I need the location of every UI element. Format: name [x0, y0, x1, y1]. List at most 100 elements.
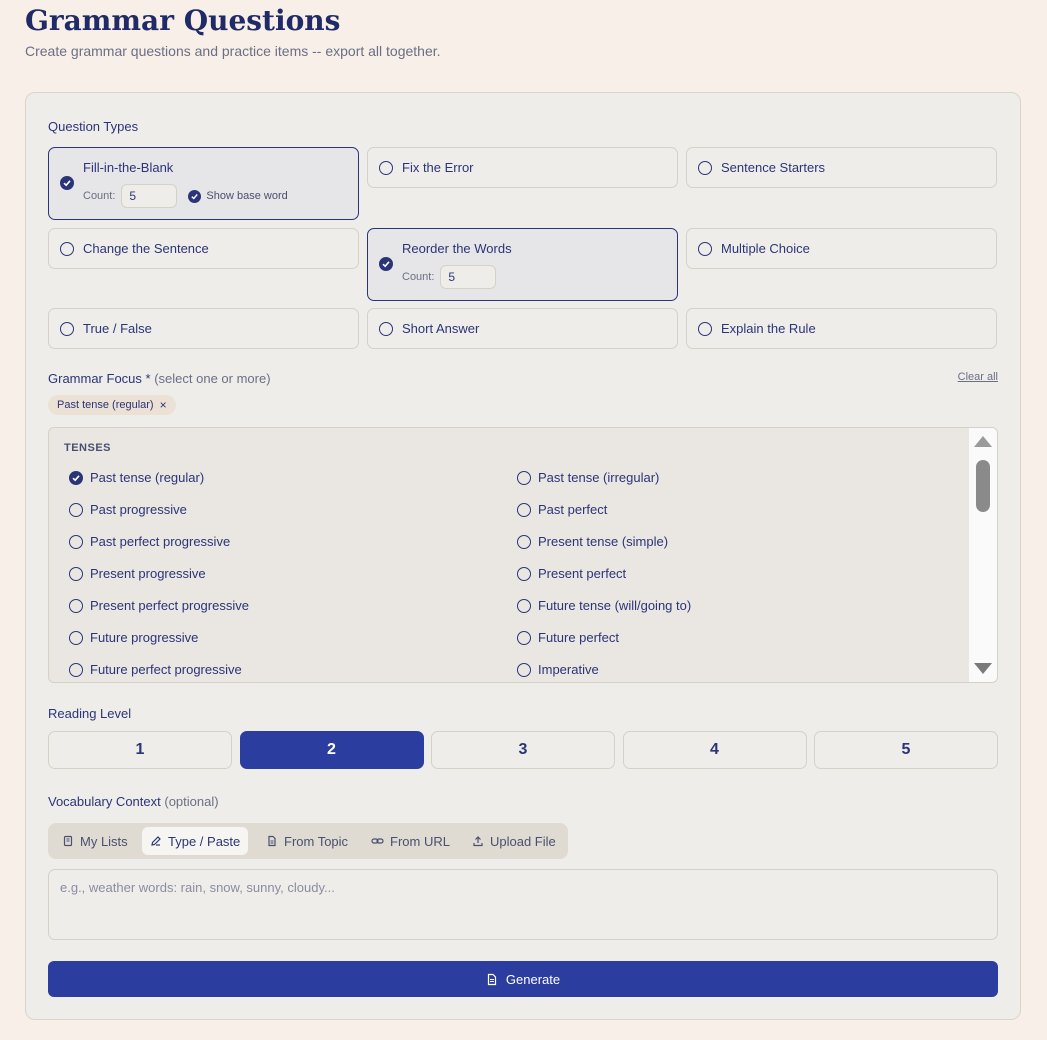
- focus-option-label: Present perfect: [538, 566, 627, 581]
- radio-icon: [379, 161, 393, 175]
- radio-icon: [698, 242, 712, 256]
- focus-option[interactable]: Past progressive: [69, 502, 187, 517]
- question-type-label: Explain the Rule: [721, 321, 816, 336]
- focus-option[interactable]: Future perfect progressive: [69, 662, 242, 677]
- question-type-reorder-the-words[interactable]: Reorder the Words Count:: [367, 228, 678, 301]
- grammar-focus-hint: (select one or more): [154, 371, 271, 386]
- scroll-up-arrow-icon[interactable]: [974, 436, 992, 447]
- question-type-short-answer[interactable]: Short Answer: [367, 308, 678, 349]
- reading-level-selector: 1 2 3 4 5: [48, 731, 998, 769]
- question-type-fix-the-error[interactable]: Fix the Error: [367, 147, 678, 188]
- focus-option[interactable]: Future progressive: [69, 630, 198, 645]
- chip-label: Past tense (regular): [57, 399, 154, 411]
- question-type-label: True / False: [83, 321, 152, 336]
- radio-icon: [69, 566, 83, 581]
- reading-level-button[interactable]: 3: [431, 731, 615, 769]
- reading-level-button[interactable]: 4: [622, 731, 807, 769]
- scrollbar[interactable]: [969, 428, 997, 682]
- tab-label: Type / Paste: [168, 833, 241, 849]
- focus-option[interactable]: Imperative: [517, 662, 599, 677]
- question-type-change-the-sentence[interactable]: Change the Sentence: [48, 228, 359, 269]
- radio-icon: [698, 161, 712, 175]
- reading-level-button[interactable]: 5: [814, 731, 998, 769]
- tab-type-paste[interactable]: Type / Paste: [142, 827, 249, 855]
- focus-option[interactable]: Past tense (irregular): [517, 470, 659, 485]
- bookmark-icon: [63, 835, 73, 847]
- focus-option-label: Imperative: [538, 662, 599, 677]
- question-type-true-false[interactable]: True / False: [48, 308, 359, 349]
- category-heading: TENSES: [64, 442, 112, 454]
- page-subtitle: Create grammar questions and practice it…: [25, 43, 441, 59]
- count-input[interactable]: [121, 184, 178, 208]
- settings-panel: Question Types Fill-in-the-Blank Count: …: [25, 92, 1021, 1020]
- show-base-word-label: Show base word: [206, 190, 288, 202]
- focus-option-label: Future progressive: [90, 630, 199, 645]
- scroll-down-arrow-icon[interactable]: [974, 663, 992, 674]
- focus-option[interactable]: Present perfect progressive: [69, 598, 249, 613]
- vocabulary-tabs: My Lists Type / Paste From Topic From UR…: [48, 823, 568, 859]
- focus-option-label: Future perfect progressive: [90, 662, 242, 677]
- check-icon: [69, 470, 83, 485]
- tab-upload-file[interactable]: Upload File: [464, 827, 564, 855]
- link-icon: [371, 838, 384, 844]
- question-type-label: Multiple Choice: [721, 241, 810, 256]
- radio-icon: [69, 502, 83, 517]
- question-type-label: Short Answer: [402, 321, 480, 336]
- focus-option-label: Past perfect progressive: [90, 534, 231, 549]
- clear-all-link[interactable]: Clear all: [958, 371, 998, 383]
- focus-option-label: Past tense (irregular): [538, 470, 660, 485]
- selected-focus-chip: Past tense (regular) ×: [48, 395, 176, 415]
- radio-icon: [69, 534, 83, 549]
- reading-level-button[interactable]: 2: [239, 731, 424, 769]
- scroll-thumb[interactable]: [976, 460, 990, 512]
- count-row: Count: Show base word: [83, 184, 288, 208]
- generate-button[interactable]: Generate: [48, 961, 998, 997]
- focus-option-label: Future tense (will/going to): [538, 598, 692, 613]
- vocabulary-context-label: Vocabulary Context (optional): [48, 794, 219, 809]
- question-type-label: Fill-in-the-Blank: [83, 160, 174, 175]
- focus-option-label: Past tense (regular): [90, 470, 205, 485]
- vocabulary-input[interactable]: [48, 869, 998, 940]
- reading-level-button[interactable]: 1: [48, 731, 232, 769]
- focus-option[interactable]: Present progressive: [69, 566, 206, 581]
- page-title: Grammar Questions: [25, 4, 341, 37]
- tab-label: Upload File: [490, 833, 556, 849]
- focus-option[interactable]: Past tense (regular): [69, 470, 204, 485]
- tab-label: From URL: [390, 833, 450, 849]
- show-base-word-toggle[interactable]: Show base word: [188, 189, 288, 203]
- grammar-focus-label: Grammar Focus * (select one or more): [48, 371, 271, 386]
- focus-option[interactable]: Present tense (simple): [517, 534, 668, 549]
- tab-label: From Topic: [284, 833, 349, 849]
- question-type-multiple-choice[interactable]: Multiple Choice: [686, 228, 997, 269]
- reading-level-label: Reading Level: [48, 706, 132, 721]
- focus-option[interactable]: Present perfect: [517, 566, 626, 581]
- count-row: Count:: [402, 265, 497, 289]
- chip-remove-icon[interactable]: ×: [160, 398, 167, 412]
- focus-option-label: Future perfect: [538, 630, 619, 645]
- count-label: Count:: [83, 190, 116, 202]
- focus-option[interactable]: Past perfect: [517, 502, 607, 517]
- focus-option[interactable]: Future perfect: [517, 630, 619, 645]
- radio-icon: [517, 630, 531, 645]
- question-type-fill-in-the-blank[interactable]: Fill-in-the-Blank Count: Show base word: [48, 147, 359, 220]
- question-type-sentence-starters[interactable]: Sentence Starters: [686, 147, 997, 188]
- focus-option[interactable]: Past perfect progressive: [69, 534, 230, 549]
- tab-my-lists[interactable]: My Lists: [54, 827, 136, 855]
- radio-icon: [379, 322, 393, 336]
- focus-option[interactable]: Future tense (will/going to): [517, 598, 691, 613]
- tab-from-topic[interactable]: From Topic: [258, 827, 356, 855]
- radio-icon: [517, 662, 531, 677]
- radio-icon: [69, 662, 83, 677]
- tab-from-url[interactable]: From URL: [363, 827, 458, 855]
- document-icon: [268, 835, 276, 847]
- question-type-label: Sentence Starters: [721, 160, 826, 175]
- radio-icon: [69, 598, 83, 613]
- document-icon: [487, 973, 496, 985]
- radio-icon: [517, 470, 531, 485]
- radio-icon: [60, 242, 74, 256]
- radio-icon: [517, 534, 531, 549]
- check-icon: [379, 257, 393, 271]
- question-type-explain-the-rule[interactable]: Explain the Rule: [686, 308, 997, 349]
- count-input[interactable]: [440, 265, 497, 289]
- question-type-label: Change the Sentence: [83, 241, 209, 256]
